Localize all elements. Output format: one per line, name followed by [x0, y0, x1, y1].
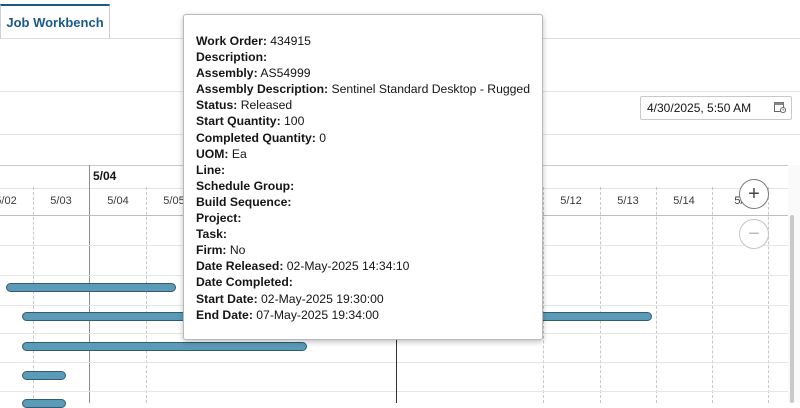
tooltip-row-assembly: Assembly: AS54999: [196, 65, 542, 81]
tooltip-value: 07-May-2025 19:34:00: [256, 307, 379, 322]
tooltip-value: 0: [319, 130, 327, 145]
tooltip-label: Date Released:: [196, 259, 284, 274]
day-label: 5/04: [107, 195, 129, 207]
work-order-tooltip: Work Order: 434915 Description: Assembly…: [183, 14, 543, 340]
tooltip-label: Work Order:: [196, 34, 267, 48]
tooltip-row-work-order: Work Order: 434915: [196, 33, 542, 49]
tooltip-row-date-released: Date Released: 02-May-2025 14:34:10: [196, 258, 542, 274]
tooltip-row-completed-quantity: Completed Quantity: 0: [196, 130, 542, 146]
tooltip-row-start-date: Start Date: 02-May-2025 19:30:00: [196, 291, 542, 307]
tooltip-row-firm: Firm: No: [196, 242, 542, 258]
tooltip-row-uom: UOM: Ea: [196, 146, 542, 162]
tooltip-row-start-quantity: Start Quantity: 100: [196, 113, 542, 129]
day-gridline: [543, 187, 544, 403]
tooltip-value: Ea: [231, 146, 247, 161]
tooltip-row-task: Task:: [196, 226, 542, 242]
major-date-label: 5/04: [93, 169, 117, 183]
zoom-in-button[interactable]: +: [739, 179, 769, 209]
job-bar[interactable]: [22, 399, 66, 408]
day-gridline: [146, 187, 147, 403]
day-gridline: [712, 187, 713, 403]
tooltip-row-description: Description:: [196, 49, 542, 65]
day-label: 5/12: [560, 195, 582, 207]
tooltip-value: AS54999: [260, 66, 311, 81]
date-time-input[interactable]: 4/30/2025, 5:50 AM: [640, 96, 792, 120]
day-label: 5/13: [617, 195, 639, 207]
tooltip-label: Completed Quantity:: [196, 130, 316, 145]
tooltip-value: 434915: [270, 34, 311, 48]
row-divider: [0, 362, 790, 363]
tooltip-label: Task:: [196, 227, 227, 242]
tooltip-value: Released: [240, 98, 293, 113]
tooltip-label: Build Sequence:: [196, 194, 292, 209]
tooltip-label: Project:: [196, 211, 242, 226]
tooltip-value: 02-May-2025 19:30:00: [261, 291, 384, 306]
zoom-out-icon: −: [748, 223, 760, 245]
tooltip-label: Description:: [196, 50, 268, 65]
tooltip-label: Assembly:: [196, 66, 258, 81]
day-gridline: [656, 187, 657, 403]
day-label: 5/14: [673, 195, 695, 207]
tooltip-label: Line:: [196, 162, 226, 177]
tooltip-row-line: Line:: [196, 162, 542, 178]
tooltip-label: UOM:: [196, 146, 229, 161]
tooltip-label: Start Quantity:: [196, 114, 281, 129]
tab-job-workbench[interactable]: Job Workbench: [0, 4, 110, 38]
tooltip-row-assembly-description: Assembly Description: Sentinel Standard …: [196, 81, 542, 97]
day-label: 5/05: [163, 195, 185, 207]
day-label: 5/02: [0, 195, 17, 207]
tooltip-label: Schedule Group:: [196, 178, 295, 193]
tooltip-row-project: Project:: [196, 210, 542, 226]
tooltip-value: 02-May-2025 14:34:10: [286, 259, 410, 274]
tooltip-row-date-completed: Date Completed:: [196, 274, 542, 290]
tooltip-label: Firm:: [196, 243, 227, 258]
tooltip-value: Sentinel Standard Desktop - Rugged: [331, 82, 530, 97]
tooltip-row-build-sequence: Build Sequence:: [196, 194, 542, 210]
tooltip-value: 100: [284, 114, 305, 129]
day-label: 5/03: [50, 195, 72, 207]
tooltip-label: Date Completed:: [196, 275, 293, 290]
day-gridline: [768, 187, 769, 403]
job-bar[interactable]: [6, 283, 176, 292]
zoom-out-button[interactable]: −: [739, 219, 769, 249]
tooltip-label: Start Date:: [196, 291, 258, 306]
tooltip-label: Status:: [196, 98, 238, 113]
zoom-in-icon: +: [748, 183, 760, 205]
job-bar[interactable]: [22, 371, 66, 380]
tooltip-label: End Date:: [196, 307, 253, 322]
row-divider: [0, 391, 790, 392]
day-gridline: [600, 187, 601, 403]
tab-label: Job Workbench: [6, 14, 104, 30]
tooltip-value: No: [229, 243, 246, 258]
tooltip-row-schedule-group: Schedule Group:: [196, 178, 542, 194]
date-time-value: 4/30/2025, 5:50 AM: [647, 101, 752, 115]
calendar-icon[interactable]: [774, 101, 786, 113]
tooltip-row-end-date: End Date: 07-May-2025 19:34:00: [196, 307, 542, 323]
vertical-scrollbar-thumb[interactable]: [790, 215, 794, 403]
tooltip-row-status: Status: Released: [196, 97, 542, 113]
tooltip-label: Assembly Description:: [196, 82, 329, 97]
job-bar[interactable]: [22, 342, 307, 351]
